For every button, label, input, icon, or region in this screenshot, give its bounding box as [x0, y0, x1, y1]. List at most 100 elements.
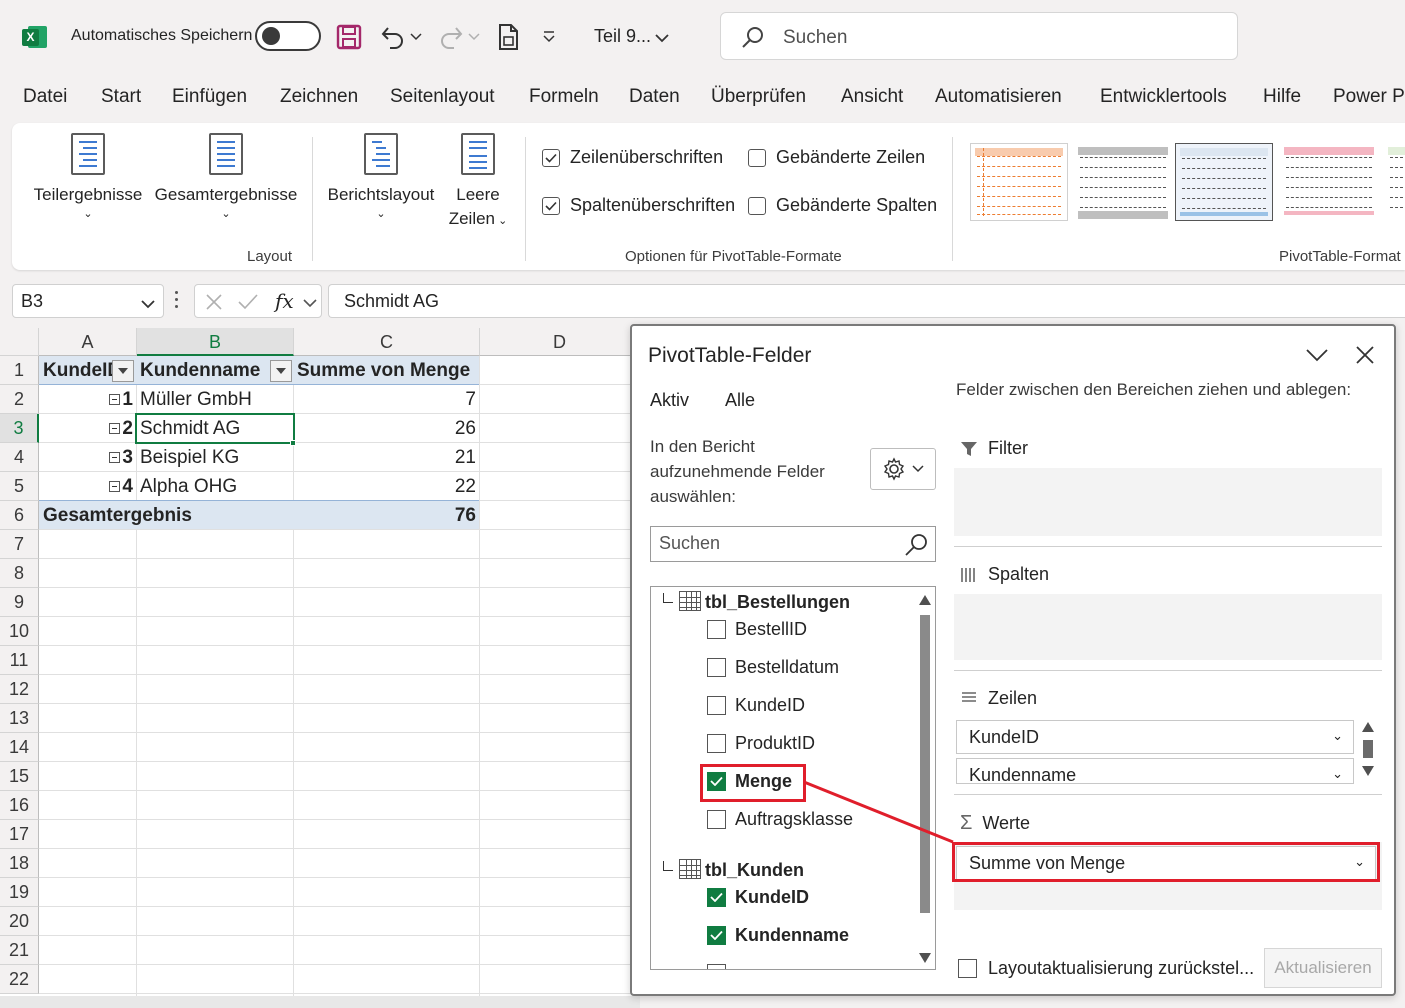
collapse-icon[interactable]	[109, 481, 121, 493]
defer-layout-checkbox[interactable]: Layoutaktualisierung zurückstel...	[958, 958, 1254, 979]
row-header[interactable]: 13	[0, 704, 39, 733]
menu-entwicklertools[interactable]: Entwicklertools	[1100, 86, 1227, 108]
pivot-row-id[interactable]: 2	[39, 414, 137, 443]
global-search-input[interactable]: Suchen	[720, 12, 1238, 60]
select-all-corner[interactable]	[0, 328, 39, 356]
gebaenderte-zeilen-checkbox[interactable]: Gebänderte Zeilen	[748, 147, 925, 168]
pivot-row-name[interactable]: Beispiel KG	[140, 443, 292, 472]
file-title[interactable]: Teil 9...	[594, 26, 651, 47]
chevron-down-icon[interactable]	[303, 298, 317, 308]
row-header[interactable]: 16	[0, 791, 39, 820]
row-header[interactable]: 11	[0, 646, 39, 675]
menu-formeln[interactable]: Formeln	[529, 86, 599, 108]
tab-alle[interactable]: Alle	[725, 390, 755, 411]
menu-daten[interactable]: Daten	[629, 86, 680, 108]
menu-start[interactable]: Start	[101, 86, 141, 108]
pivot-row-name[interactable]: Alpha OHG	[140, 472, 292, 501]
menu-hilfe[interactable]: Hilfe	[1263, 86, 1301, 108]
menu-seitenlayout[interactable]: Seitenlayout	[390, 86, 495, 108]
columns-drop-area[interactable]	[954, 594, 1382, 660]
column-header-c[interactable]: C	[294, 328, 480, 356]
row-header[interactable]: 12	[0, 675, 39, 704]
horizontal-scrollbar[interactable]	[0, 996, 640, 1008]
column-header-d[interactable]: D	[480, 328, 640, 356]
column-header-b[interactable]: B	[137, 328, 294, 356]
field-bestelldatum[interactable]: Bestelldatum	[707, 655, 839, 679]
print-preview-icon[interactable]	[496, 22, 522, 52]
pivot-row-id[interactable]: 4	[39, 472, 137, 501]
menu-ueberpruefen[interactable]: Überprüfen	[711, 86, 806, 108]
field-bestellid[interactable]: BestellID	[707, 617, 807, 641]
pivot-style-gray[interactable]	[1074, 143, 1172, 221]
row-header[interactable]: 4	[0, 443, 39, 472]
field-settings-button[interactable]	[870, 448, 936, 490]
field-produktid[interactable]: ProduktID	[707, 731, 815, 755]
gebaenderte-spalten-checkbox[interactable]: Gebänderte Spalten	[748, 195, 937, 216]
checkbox-empty-icon[interactable]	[707, 695, 726, 715]
checkbox-checked-icon[interactable]	[707, 925, 726, 945]
field-partial[interactable]	[707, 961, 735, 969]
close-icon[interactable]	[1356, 346, 1374, 364]
checkbox-checked-icon[interactable]	[707, 887, 726, 907]
pivot-header-kundenname[interactable]: Kundenname	[140, 356, 270, 385]
row-header[interactable]: 1	[0, 356, 39, 385]
row-header[interactable]: 20	[0, 907, 39, 936]
teilergebnisse-button[interactable]: Teilergebnisse ⌄	[32, 133, 144, 221]
tab-aktiv[interactable]: Aktiv	[650, 390, 689, 411]
pivot-grand-total-label[interactable]: Gesamtergebnis	[43, 501, 283, 530]
collapse-icon[interactable]	[109, 394, 121, 406]
pivot-header-kundeid[interactable]: KundeID	[43, 356, 113, 385]
filter-dropdown-icon[interactable]	[270, 360, 292, 382]
menu-power-pivot[interactable]: Power Pi	[1333, 86, 1405, 108]
row-header[interactable]: 22	[0, 965, 39, 994]
table-name-kunden[interactable]: tbl_Kunden	[705, 860, 804, 881]
row-header[interactable]: 15	[0, 762, 39, 791]
pivot-row-sum[interactable]: 7	[294, 385, 480, 414]
checkbox-empty-icon[interactable]	[707, 809, 726, 829]
undo-dropdown-icon[interactable]	[410, 22, 422, 52]
row-header[interactable]: 14	[0, 733, 39, 762]
row-header[interactable]: 9	[0, 588, 39, 617]
field-list-scrollbar[interactable]	[919, 591, 931, 967]
field-kundeid-bestellungen[interactable]: KundeID	[707, 693, 805, 717]
leere-zeilen-button[interactable]: Leere Zeilen ⌄	[440, 133, 516, 233]
menu-ansicht[interactable]: Ansicht	[841, 86, 903, 108]
active-cell-b3[interactable]	[135, 413, 295, 444]
field-kundenname[interactable]: Kundenname	[707, 923, 849, 947]
pivot-grand-total-value[interactable]: 76	[294, 501, 480, 530]
row-header[interactable]: 17	[0, 820, 39, 849]
pivot-row-id[interactable]: 3	[39, 443, 137, 472]
row-header[interactable]: 19	[0, 878, 39, 907]
checkbox-empty-icon[interactable]	[707, 733, 726, 753]
filter-dropdown-icon[interactable]	[112, 360, 134, 382]
field-kundeid-kunden[interactable]: KundeID	[707, 885, 809, 909]
row-header[interactable]: 6	[0, 501, 39, 530]
field-search-input[interactable]: Suchen	[650, 526, 936, 562]
row-header[interactable]: 8	[0, 559, 39, 588]
checkbox-empty-icon[interactable]	[707, 619, 726, 639]
row-header[interactable]: 21	[0, 936, 39, 965]
zeilenueberschriften-checkbox[interactable]: Zeilenüberschriften	[542, 147, 723, 168]
pivot-row-sum[interactable]: 22	[294, 472, 480, 501]
checkbox-empty-icon[interactable]	[707, 657, 726, 677]
scroll-thumb[interactable]	[920, 615, 930, 913]
table-name-bestellungen[interactable]: tbl_Bestellungen	[705, 592, 850, 613]
pivot-style-red[interactable]	[1280, 143, 1378, 221]
field-auftragsklasse[interactable]: Auftragsklasse	[707, 807, 853, 831]
tree-collapse-icon[interactable]	[663, 593, 673, 603]
insert-function-button[interactable]: fx	[275, 289, 294, 313]
autosave-toggle[interactable]	[255, 21, 321, 51]
redo-icon[interactable]	[438, 22, 464, 52]
pivot-style-blue-selected[interactable]	[1175, 143, 1273, 221]
rows-field-kundeid[interactable]: KundeID ⌄	[956, 720, 1354, 754]
row-header[interactable]: 7	[0, 530, 39, 559]
collapse-icon[interactable]	[109, 423, 121, 435]
row-header[interactable]: 5	[0, 472, 39, 501]
more-options-icon[interactable]	[175, 291, 179, 312]
gesamtergebnisse-button[interactable]: Gesamtergebnisse ⌄	[152, 133, 300, 221]
menu-einfuegen[interactable]: Einfügen	[172, 86, 247, 108]
undo-icon[interactable]	[380, 22, 406, 52]
scroll-up-icon[interactable]	[919, 595, 931, 605]
redo-dropdown-icon[interactable]	[468, 22, 480, 52]
berichtslayout-button[interactable]: Berichtslayout ⌄	[322, 133, 440, 221]
